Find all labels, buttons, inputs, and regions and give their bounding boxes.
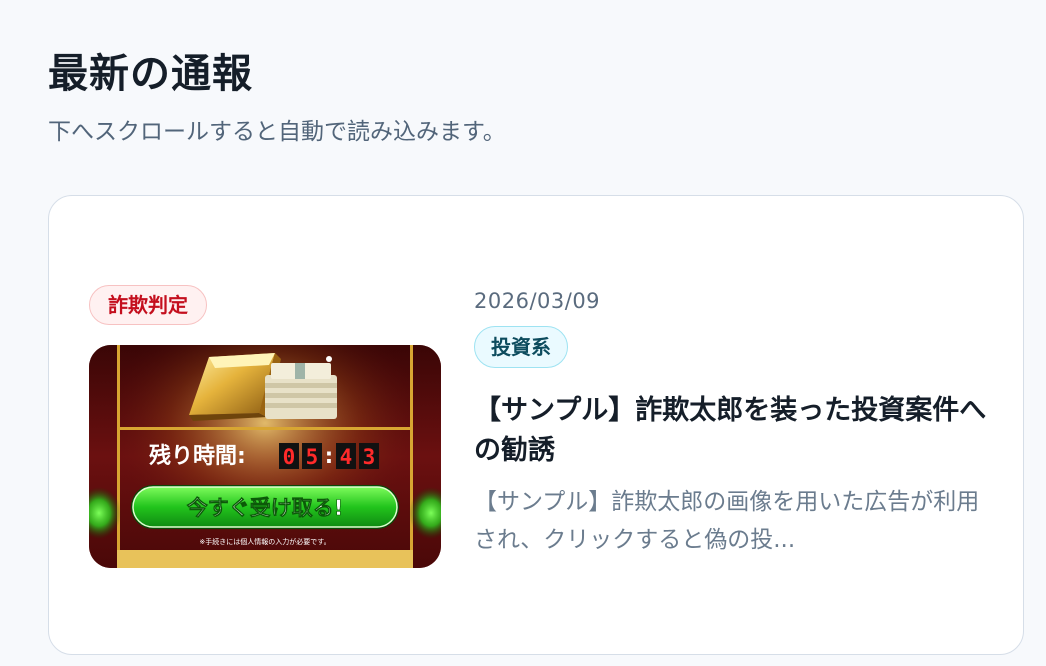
page-subtitle: 下へスクロールすると自動で読み込みます。 — [48, 119, 506, 145]
report-date: 2026/03/09 — [474, 289, 601, 313]
timer-digit: 5 — [306, 445, 319, 469]
latest-reports-page: 最新の通報 下へスクロールすると自動で読み込みます。 詐欺判定 残り時間: 0 … — [0, 0, 1046, 666]
page-title: 最新の通報 — [48, 51, 253, 97]
report-thumbnail[interactable]: 残り時間: 0 5 : 4 3 今すぐ受け取る! ※手続きには個人情報の入力が必… — [89, 345, 441, 568]
report-excerpt: 【サンプル】詐欺太郎の画像を用いた広告が利用され、クリックすると偽の投... — [474, 489, 980, 553]
cta-button-image: 今すぐ受け取る! — [131, 485, 399, 529]
cta-label: 今すぐ受け取る! — [187, 496, 344, 520]
timer-digit: 0 — [283, 445, 296, 469]
scam-ad-image: 残り時間: 0 5 : 4 3 今すぐ受け取る! ※手続きには個人情報の入力が必… — [89, 345, 441, 568]
timer-digits: 0 5 : 4 3 — [279, 443, 379, 469]
report-card[interactable]: 詐欺判定 残り時間: 0 5: 4 3 今すぐ受け取る! ※手続きには個人情報… — [48, 195, 1024, 655]
svg-text::: : — [325, 444, 333, 468]
timer-label: 残り時間: — [149, 443, 246, 469]
verdict-badge: 詐欺判定 — [89, 285, 207, 325]
timer-digit: 3 — [363, 445, 376, 469]
ad-note: ※手続きには個人情報の入力が必要です。 — [199, 537, 330, 546]
money-stack-icon — [265, 356, 337, 419]
category-badge: 投資系 — [474, 326, 568, 368]
timer-digit: 4 — [340, 445, 353, 469]
report-title[interactable]: 【サンプル】詐欺太郎を装った投資案件への勧誘 — [474, 391, 994, 471]
